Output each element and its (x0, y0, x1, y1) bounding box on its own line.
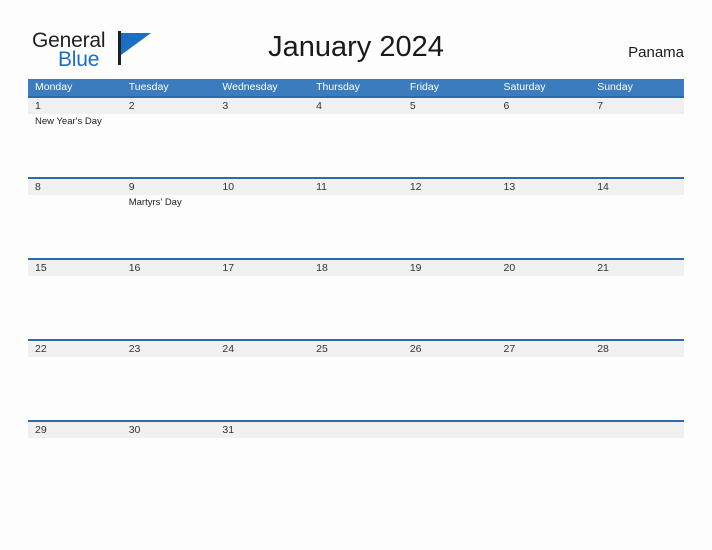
date-number: 30 (128, 424, 141, 436)
date-number: 10 (222, 181, 235, 193)
date-number: 6 (503, 100, 510, 112)
date-number: 24 (222, 343, 235, 355)
calendar-day-cell-empty (590, 422, 684, 501)
calendar-day-cell[interactable]: 7 (590, 98, 684, 177)
date-number: 15 (35, 262, 47, 274)
date-number: 25 (316, 343, 328, 355)
country-label: Panama (628, 44, 684, 61)
calendar-day-cell[interactable]: 27 (497, 341, 591, 420)
holiday-event-label: Martyrs' Day (128, 197, 182, 208)
date-number: 16 (128, 262, 141, 274)
calendar-day-cell[interactable]: 19 (403, 260, 497, 339)
date-number: 4 (316, 100, 322, 112)
weekday-header-monday: Monday (35, 81, 73, 93)
page-header: General Blue January 2024 Panama (0, 0, 712, 79)
date-number: 27 (503, 343, 516, 355)
weekday-header-row: Monday Tuesday Wednesday Thursday Friday… (28, 79, 684, 96)
calendar-day-cell[interactable]: 8 (28, 179, 122, 258)
calendar-day-cell[interactable]: 3 (215, 98, 309, 177)
calendar-day-cell[interactable]: 22 (28, 341, 122, 420)
date-number: 28 (597, 343, 609, 355)
date-number: 14 (597, 181, 609, 193)
calendar-day-cell[interactable]: 15 (28, 260, 122, 339)
page-title: January 2024 (268, 31, 444, 63)
calendar-day-cell[interactable]: 28 (590, 341, 684, 420)
calendar-day-cell[interactable]: 2 (122, 98, 216, 177)
date-number: 2 (128, 100, 135, 112)
week-day-cells: 29 30 31 (28, 422, 684, 501)
calendar-day-cell[interactable]: 4 (309, 98, 403, 177)
calendar-week-row: 1 New Year's Day 2 3 4 5 6 7 (28, 96, 684, 177)
calendar-weeks: 1 New Year's Day 2 3 4 5 6 7 8 9 Martyrs' Day 10 11 1… (28, 96, 684, 501)
calendar-day-cell[interactable]: 23 (122, 341, 216, 420)
calendar-day-cell[interactable]: 13 (497, 179, 591, 258)
date-number: 8 (35, 181, 41, 193)
date-number: 9 (128, 181, 135, 193)
weekday-header-friday: Friday (409, 81, 439, 93)
date-number: 11 (316, 181, 328, 193)
date-number: 12 (409, 181, 422, 193)
calendar-day-cell[interactable]: 1 New Year's Day (28, 98, 122, 177)
event-list: New Year's Day (35, 116, 122, 128)
calendar-day-cell[interactable]: 17 (215, 260, 309, 339)
calendar-week-row: 29 30 31 (28, 420, 684, 501)
date-number: 22 (35, 343, 47, 355)
calendar-day-cell[interactable]: 6 (497, 98, 591, 177)
calendar-week-row: 22 23 24 25 26 27 28 (28, 339, 684, 420)
date-number: 18 (316, 262, 328, 274)
holiday-event-label: New Year's Day (35, 116, 102, 127)
week-day-cells: 22 23 24 25 26 27 28 (28, 341, 684, 420)
calendar-day-cell[interactable]: 29 (28, 422, 122, 501)
calendar-day-cell[interactable]: 24 (215, 341, 309, 420)
calendar-day-cell[interactable]: 11 (309, 179, 403, 258)
calendar-day-cell-empty (403, 422, 497, 501)
calendar-page: General Blue January 2024 Panama Monday … (0, 0, 712, 550)
calendar-day-cell[interactable]: 5 (403, 98, 497, 177)
date-number: 31 (222, 424, 235, 436)
date-number: 20 (503, 262, 516, 274)
date-number: 29 (35, 424, 47, 436)
date-number: 1 (35, 100, 41, 112)
date-number: 23 (128, 343, 141, 355)
calendar-grid: Monday Tuesday Wednesday Thursday Friday… (28, 79, 684, 501)
calendar-day-cell[interactable]: 26 (403, 341, 497, 420)
weekday-header-sunday: Sunday (597, 81, 633, 93)
date-number: 19 (409, 262, 422, 274)
date-number: 26 (409, 343, 422, 355)
calendar-day-cell[interactable]: 12 (403, 179, 497, 258)
date-number: 3 (222, 100, 229, 112)
weekday-header-saturday: Saturday (503, 81, 546, 93)
calendar-day-cell[interactable]: 14 (590, 179, 684, 258)
event-list: Martyrs' Day (129, 197, 216, 209)
week-day-cells: 15 16 17 18 19 20 21 (28, 260, 684, 339)
calendar-day-cell-empty (309, 422, 403, 501)
calendar-day-cell[interactable]: 25 (309, 341, 403, 420)
calendar-week-row: 15 16 17 18 19 20 21 (28, 258, 684, 339)
date-number: 13 (503, 181, 516, 193)
week-day-cells: 8 9 Martyrs' Day 10 11 12 13 14 (28, 179, 684, 258)
calendar-day-cell[interactable]: 10 (215, 179, 309, 258)
calendar-day-cell[interactable]: 20 (497, 260, 591, 339)
calendar-day-cell[interactable]: 18 (309, 260, 403, 339)
calendar-week-row: 8 9 Martyrs' Day 10 11 12 13 14 (28, 177, 684, 258)
calendar-day-cell[interactable]: 16 (122, 260, 216, 339)
date-number: 7 (597, 100, 604, 112)
calendar-day-cell[interactable]: 30 (122, 422, 216, 501)
week-day-cells: 1 New Year's Day 2 3 4 5 6 7 (28, 98, 684, 177)
weekday-header-tuesday: Tuesday (128, 81, 169, 93)
calendar-day-cell[interactable]: 9 Martyrs' Day (122, 179, 216, 258)
date-number: 5 (409, 100, 416, 112)
weekday-header-thursday: Thursday (316, 81, 360, 93)
date-number: 21 (597, 262, 609, 274)
calendar-day-cell[interactable]: 21 (590, 260, 684, 339)
weekday-header-wednesday: Wednesday (222, 81, 278, 93)
date-number: 17 (222, 262, 235, 274)
calendar-day-cell[interactable]: 31 (215, 422, 309, 501)
calendar-day-cell-empty (497, 422, 591, 501)
